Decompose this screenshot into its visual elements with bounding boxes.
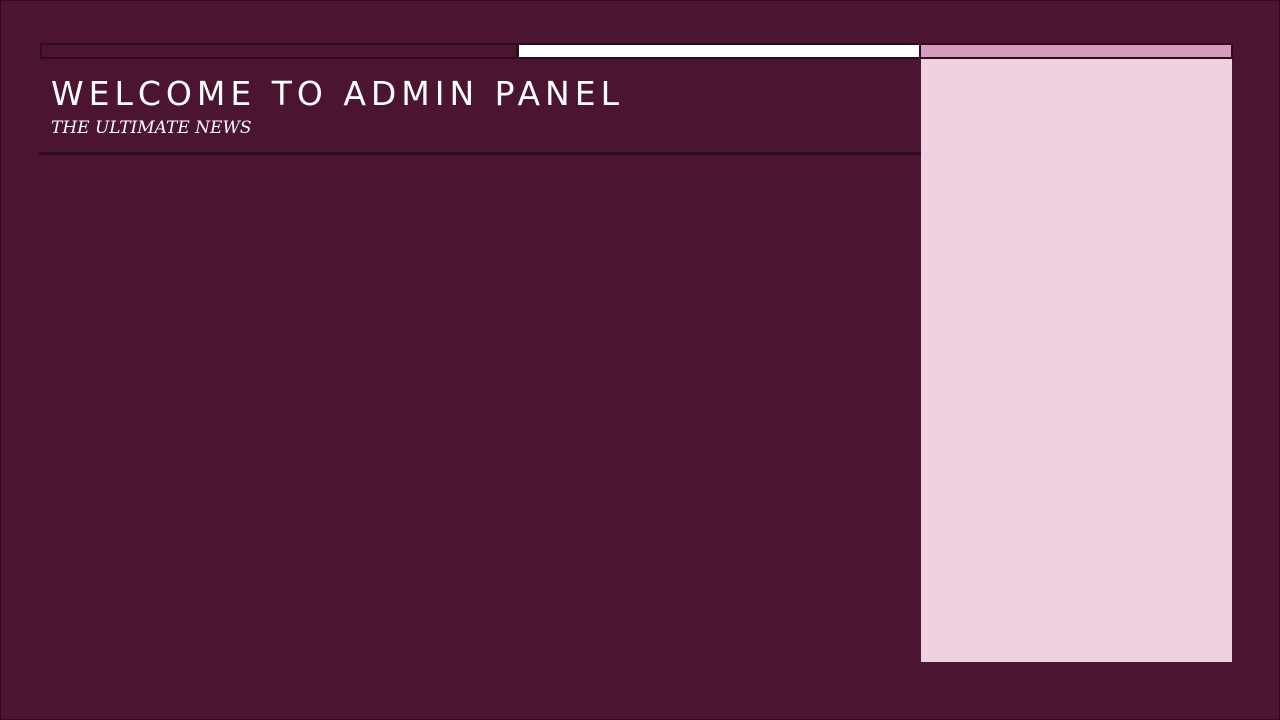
page-title: WELCOME TO ADMIN PANEL: [51, 74, 624, 113]
accent-bar-pink: [919, 43, 1233, 59]
page-subtitle: THE ULTIMATE NEWS: [51, 118, 252, 138]
main-content-area: [39, 155, 921, 662]
side-panel: [921, 59, 1232, 662]
accent-bar-white: [517, 43, 921, 59]
page-header: WELCOME TO ADMIN PANEL THE ULTIMATE NEWS: [39, 59, 921, 155]
accent-bar-dark: [40, 43, 518, 59]
top-accent-bars: [40, 43, 1233, 59]
